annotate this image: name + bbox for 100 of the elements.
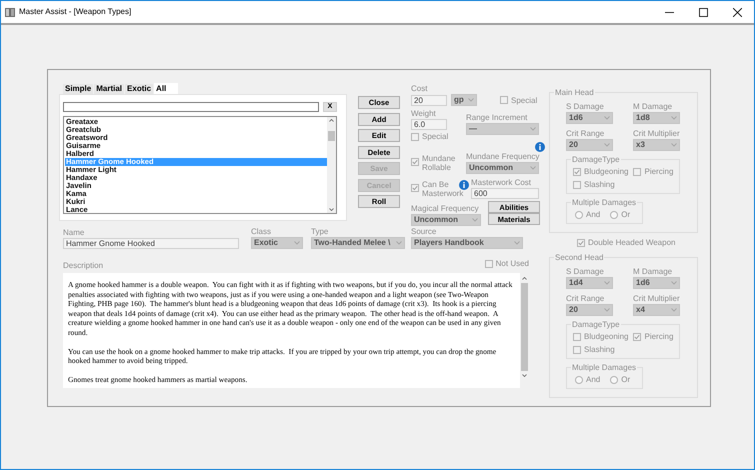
field-label: Range Increment	[466, 113, 528, 123]
radio-button[interactable]	[610, 376, 618, 384]
dropdown[interactable]: 1d4	[566, 277, 613, 289]
text-field[interactable]: 20	[411, 94, 447, 106]
checkbox[interactable]	[573, 332, 581, 340]
checkbox[interactable]	[411, 158, 419, 166]
group-title: DamageType	[571, 320, 621, 330]
caret-icon	[604, 143, 610, 147]
dropdown[interactable]: Players Handbook	[411, 237, 523, 249]
field-label: Crit Multiplier	[633, 129, 681, 139]
window-title: Master Assist - [Weapon Types]	[19, 7, 132, 17]
field-label: Name	[63, 228, 86, 238]
tab[interactable]: Simple	[63, 84, 94, 94]
group-title: Multiple Damages	[571, 198, 638, 208]
caret-icon	[604, 281, 610, 285]
field-label: Description	[63, 261, 104, 271]
info-icon[interactable]	[535, 142, 545, 152]
field-label: Type	[311, 227, 330, 237]
checkbox[interactable]	[411, 184, 419, 192]
close-icon	[732, 8, 742, 16]
tab[interactable]: Exotic	[125, 84, 154, 94]
caret-icon	[468, 98, 474, 102]
radio-label: And	[586, 210, 600, 219]
scrollbar[interactable]	[327, 117, 336, 213]
tab[interactable]: All	[154, 83, 178, 94]
search-field[interactable]	[63, 102, 319, 112]
dropdown[interactable]: Two-Handed Melee \	[311, 237, 405, 249]
radio-button[interactable]	[610, 210, 618, 218]
checkbox[interactable]	[484, 260, 493, 268]
scroll-down-icon[interactable]	[522, 374, 527, 377]
checkbox-label: Mundane Rollable	[422, 154, 456, 172]
field-label: Class	[251, 227, 272, 237]
dropdown[interactable]: x3	[633, 139, 680, 151]
radio-label: And	[586, 375, 600, 384]
checkbox-label: Slashing	[584, 345, 615, 354]
checkbox-label: Piercing	[644, 332, 674, 341]
dropdown[interactable]: Exotic	[251, 237, 303, 249]
field-label: Crit Multiplier	[633, 294, 681, 304]
radio-button[interactable]	[575, 210, 583, 218]
scroll-up-icon[interactable]	[329, 119, 334, 122]
dropdown[interactable]: 20	[566, 304, 613, 316]
checkbox[interactable]	[573, 346, 581, 354]
scroll-down-icon[interactable]	[329, 208, 334, 211]
caret-icon	[396, 241, 402, 245]
dropdown[interactable]: x4	[633, 304, 680, 316]
group-title: Second Head	[554, 253, 604, 263]
caret-icon	[604, 308, 610, 312]
field-label: S Damage	[566, 267, 605, 277]
scroll-thumb[interactable]	[328, 130, 335, 141]
field-label: Weight	[411, 109, 437, 119]
checkbox[interactable]	[573, 180, 581, 188]
app-icon	[5, 8, 15, 16]
checkbox-label: Slashing	[584, 180, 615, 189]
group-title: Multiple Damages	[571, 363, 638, 373]
radio-button[interactable]	[575, 376, 583, 384]
dropdown[interactable]: 20	[566, 139, 613, 151]
checkbox-label: Piercing	[644, 167, 674, 176]
field-label: Cost	[411, 84, 428, 94]
caret-icon	[604, 116, 610, 120]
dropdown[interactable]: 1d6	[566, 112, 613, 124]
caret-icon	[530, 127, 536, 131]
field-label: S Damage	[566, 102, 605, 112]
caret-icon	[671, 143, 677, 147]
dropdown[interactable]: Uncommon	[466, 162, 539, 174]
radio-label: Or	[621, 210, 630, 219]
checkbox[interactable]	[573, 168, 581, 176]
group-title: DamageType	[571, 155, 621, 165]
dropdown[interactable]: 1d6	[633, 277, 680, 289]
dropdown[interactable]: Uncommon	[411, 214, 481, 226]
field-label: Crit Range	[566, 129, 606, 139]
field-label: M Damage	[633, 102, 674, 112]
tab[interactable]: Martial	[94, 84, 126, 94]
field-label: Magical Frequency	[411, 204, 480, 214]
scroll-thumb[interactable]	[521, 283, 528, 371]
checkbox-label: Double Headed Weapon	[588, 238, 676, 247]
checkbox[interactable]	[577, 238, 585, 246]
checkbox[interactable]	[411, 132, 419, 140]
text-field[interactable]: 600	[471, 188, 539, 199]
group-title: Main Head	[554, 88, 595, 98]
checkbox-label: Not Used	[496, 259, 529, 268]
checkbox[interactable]	[633, 168, 642, 176]
field-label: Source	[411, 227, 438, 237]
dropdown[interactable]: —	[466, 123, 539, 135]
info-icon[interactable]	[459, 180, 469, 190]
caret-icon	[671, 116, 677, 120]
dropdown[interactable]: 1d8	[633, 112, 680, 124]
text-field[interactable]: Hammer Gnome Hooked	[63, 238, 239, 249]
radio-label: Or	[621, 375, 630, 384]
field-label: M Damage	[633, 267, 674, 277]
caret-icon	[514, 241, 520, 245]
maximize-icon	[698, 8, 708, 16]
checkbox-label: Special	[422, 132, 448, 141]
checkbox[interactable]	[633, 332, 642, 340]
text-field[interactable]: 6.0	[411, 119, 447, 130]
checkbox[interactable]	[500, 96, 508, 104]
field-label: Crit Range	[566, 294, 606, 304]
dropdown[interactable]: gp	[451, 94, 477, 106]
caret-icon	[472, 218, 478, 222]
scroll-up-icon[interactable]	[522, 277, 527, 280]
caret-icon	[294, 241, 300, 245]
